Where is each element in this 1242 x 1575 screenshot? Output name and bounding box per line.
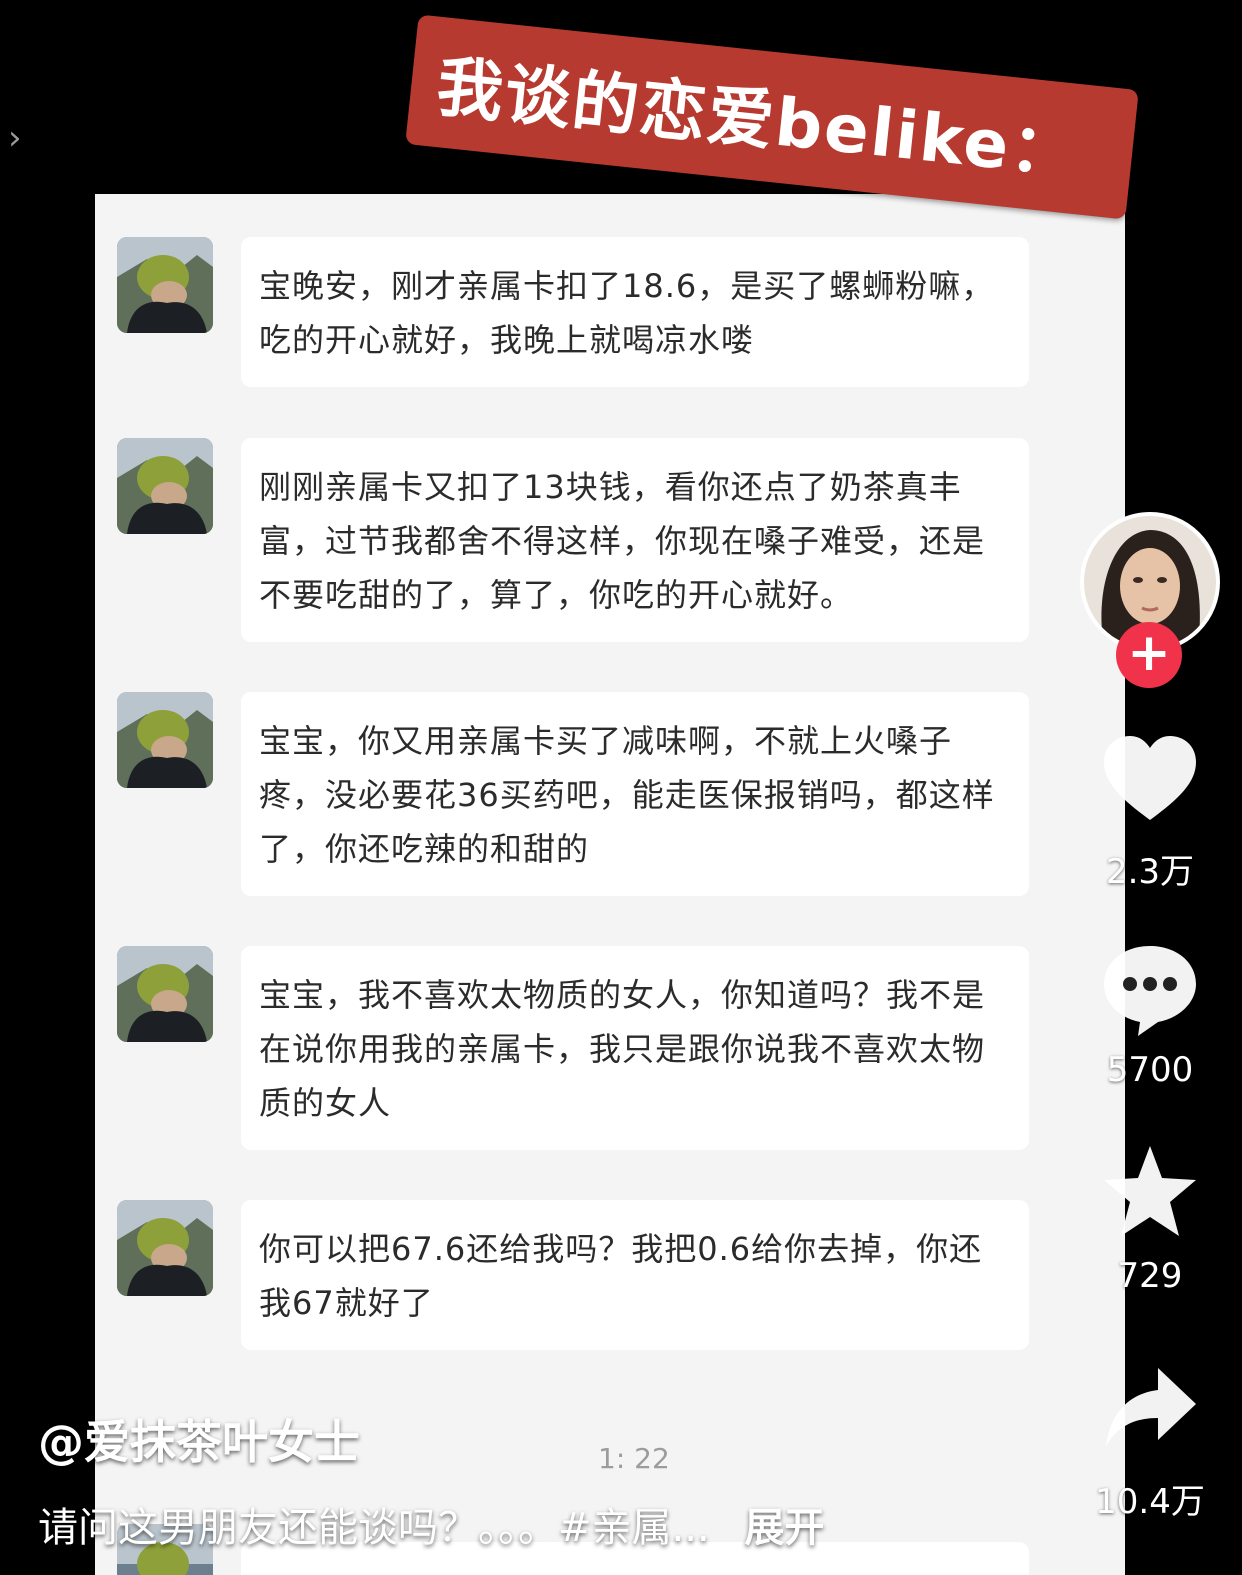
comment-count: 5700 bbox=[1106, 1050, 1194, 1090]
comment-icon[interactable] bbox=[1100, 940, 1200, 1040]
author-handle[interactable]: @爱抹茶叶女士 bbox=[38, 1406, 360, 1472]
caption-text: 请问这男朋友还能谈吗？。。。#亲属... bbox=[38, 1505, 710, 1551]
video-caption[interactable]: 请问这男朋友还能谈吗？。。。#亲属... 展开 bbox=[38, 1495, 824, 1553]
chat-screenshot: 宝晚安，刚才亲属卡扣了18.6，是买了螺蛳粉嘛，吃的开心就好，我晚上就喝凉水喽 … bbox=[95, 194, 1125, 1575]
sender-avatar bbox=[117, 946, 213, 1042]
message-bubble: 宝宝，你又用亲属卡买了减味啊，不就上火嗓子疼，没必要花36买药吧，能走医保报销吗… bbox=[241, 692, 1029, 896]
message-bubble: 宝晚安，刚才亲属卡扣了18.6，是买了螺蛳粉嘛，吃的开心就好，我晚上就喝凉水喽 bbox=[241, 237, 1029, 387]
action-rail: + 2.3万 5700 729 10.4万 bbox=[1080, 0, 1242, 1575]
sender-avatar bbox=[117, 438, 213, 534]
message-bubble: 刚刚亲属卡又扣了13块钱，看你还点了奶茶真丰富，过节我都舍不得这样，你现在嗓子难… bbox=[241, 438, 1029, 642]
share-arrow-icon[interactable] bbox=[1100, 1360, 1200, 1460]
sender-avatar bbox=[117, 692, 213, 788]
favorite-count: 729 bbox=[1117, 1256, 1183, 1296]
title-banner: 我谈的恋爱belike： bbox=[405, 14, 1139, 220]
banner-title: 我谈的恋爱belike： bbox=[433, 48, 1083, 192]
sender-avatar bbox=[117, 237, 213, 333]
like-heart-icon[interactable] bbox=[1100, 730, 1200, 830]
like-count: 2.3万 bbox=[1105, 852, 1195, 892]
share-count: 10.4万 bbox=[1095, 1482, 1205, 1522]
back-chevron-icon[interactable]: › bbox=[8, 118, 32, 158]
message-bubble: 你可以把67.6还给我吗？我把0.6给你去掉，你还我67就好了 bbox=[241, 1200, 1029, 1350]
message-bubble: 宝宝，我不喜欢太物质的女人，你知道吗？我不是在说你用我的亲属卡，我只是跟你说我不… bbox=[241, 946, 1029, 1150]
expand-caption-button[interactable]: 展开 bbox=[744, 1505, 824, 1551]
chat-timestamp: 1: 22 bbox=[598, 1442, 670, 1475]
favorite-star-icon[interactable] bbox=[1100, 1142, 1200, 1242]
follow-button[interactable]: + bbox=[1116, 622, 1182, 688]
sender-avatar bbox=[117, 1200, 213, 1296]
